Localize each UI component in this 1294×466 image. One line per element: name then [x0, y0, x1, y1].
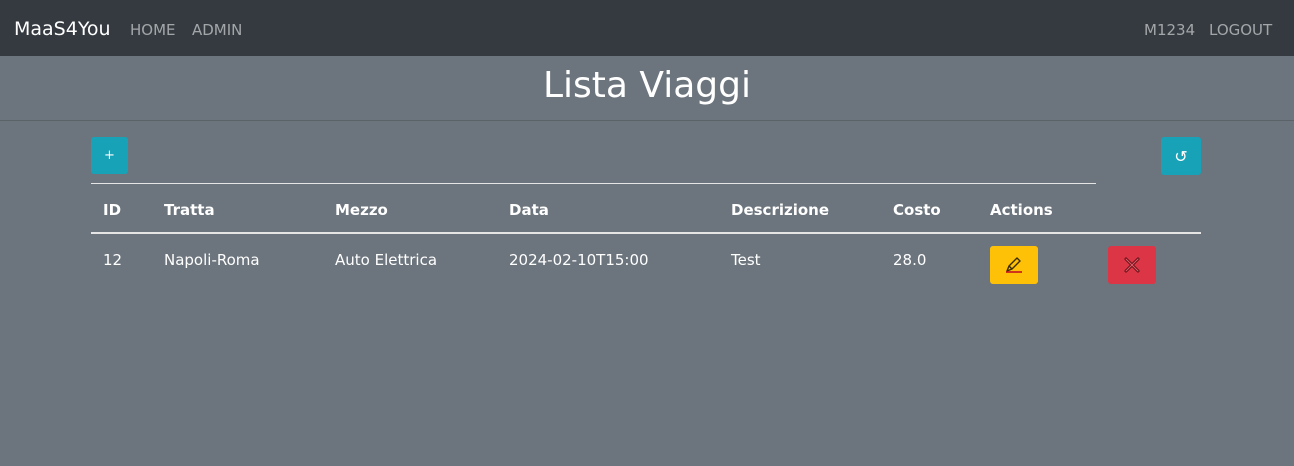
nav-link-home[interactable]: HOME	[130, 20, 176, 40]
delete-button[interactable]	[1108, 246, 1156, 284]
column-header-mezzo: Mezzo	[335, 201, 388, 219]
edit-button[interactable]	[990, 246, 1038, 284]
cell-mezzo: Auto Elettrica	[335, 251, 438, 269]
cell-data: 2024-02-10T15:00	[509, 251, 649, 269]
column-header-id: ID	[103, 201, 122, 219]
refresh-button[interactable]: ↺	[1161, 137, 1201, 175]
nav-link-admin[interactable]: ADMIN	[192, 20, 242, 40]
navbar: MaaS4You HOME ADMIN M1234 LOGOUT	[0, 0, 1294, 56]
title-bar: Lista Viaggi	[0, 56, 1294, 121]
cell-costo: 28.0	[893, 251, 927, 269]
pencil-icon	[1006, 257, 1022, 273]
page-title: Lista Viaggi	[542, 65, 752, 106]
cell-tratta: Napoli-Roma	[164, 251, 260, 269]
refresh-icon: ↺	[1174, 146, 1188, 166]
cell-descrizione: Test	[731, 251, 761, 269]
cell-id: 12	[103, 251, 123, 269]
nav-user-id[interactable]: M1234	[1144, 20, 1195, 40]
nav-link-logout[interactable]: LOGOUT	[1209, 20, 1272, 40]
table-top-border	[91, 183, 1096, 184]
column-header-tratta: Tratta	[164, 201, 215, 219]
column-header-data: Data	[509, 201, 549, 219]
column-header-descrizione: Descrizione	[731, 201, 830, 219]
add-button-label: +	[104, 148, 115, 163]
add-trip-button[interactable]: +	[91, 137, 128, 174]
table-header-border	[91, 232, 1201, 234]
column-header-costo: Costo	[893, 201, 941, 219]
brand-link[interactable]: MaaS4You	[14, 17, 111, 41]
column-header-actions: Actions	[990, 201, 1053, 219]
close-icon	[1124, 257, 1140, 273]
